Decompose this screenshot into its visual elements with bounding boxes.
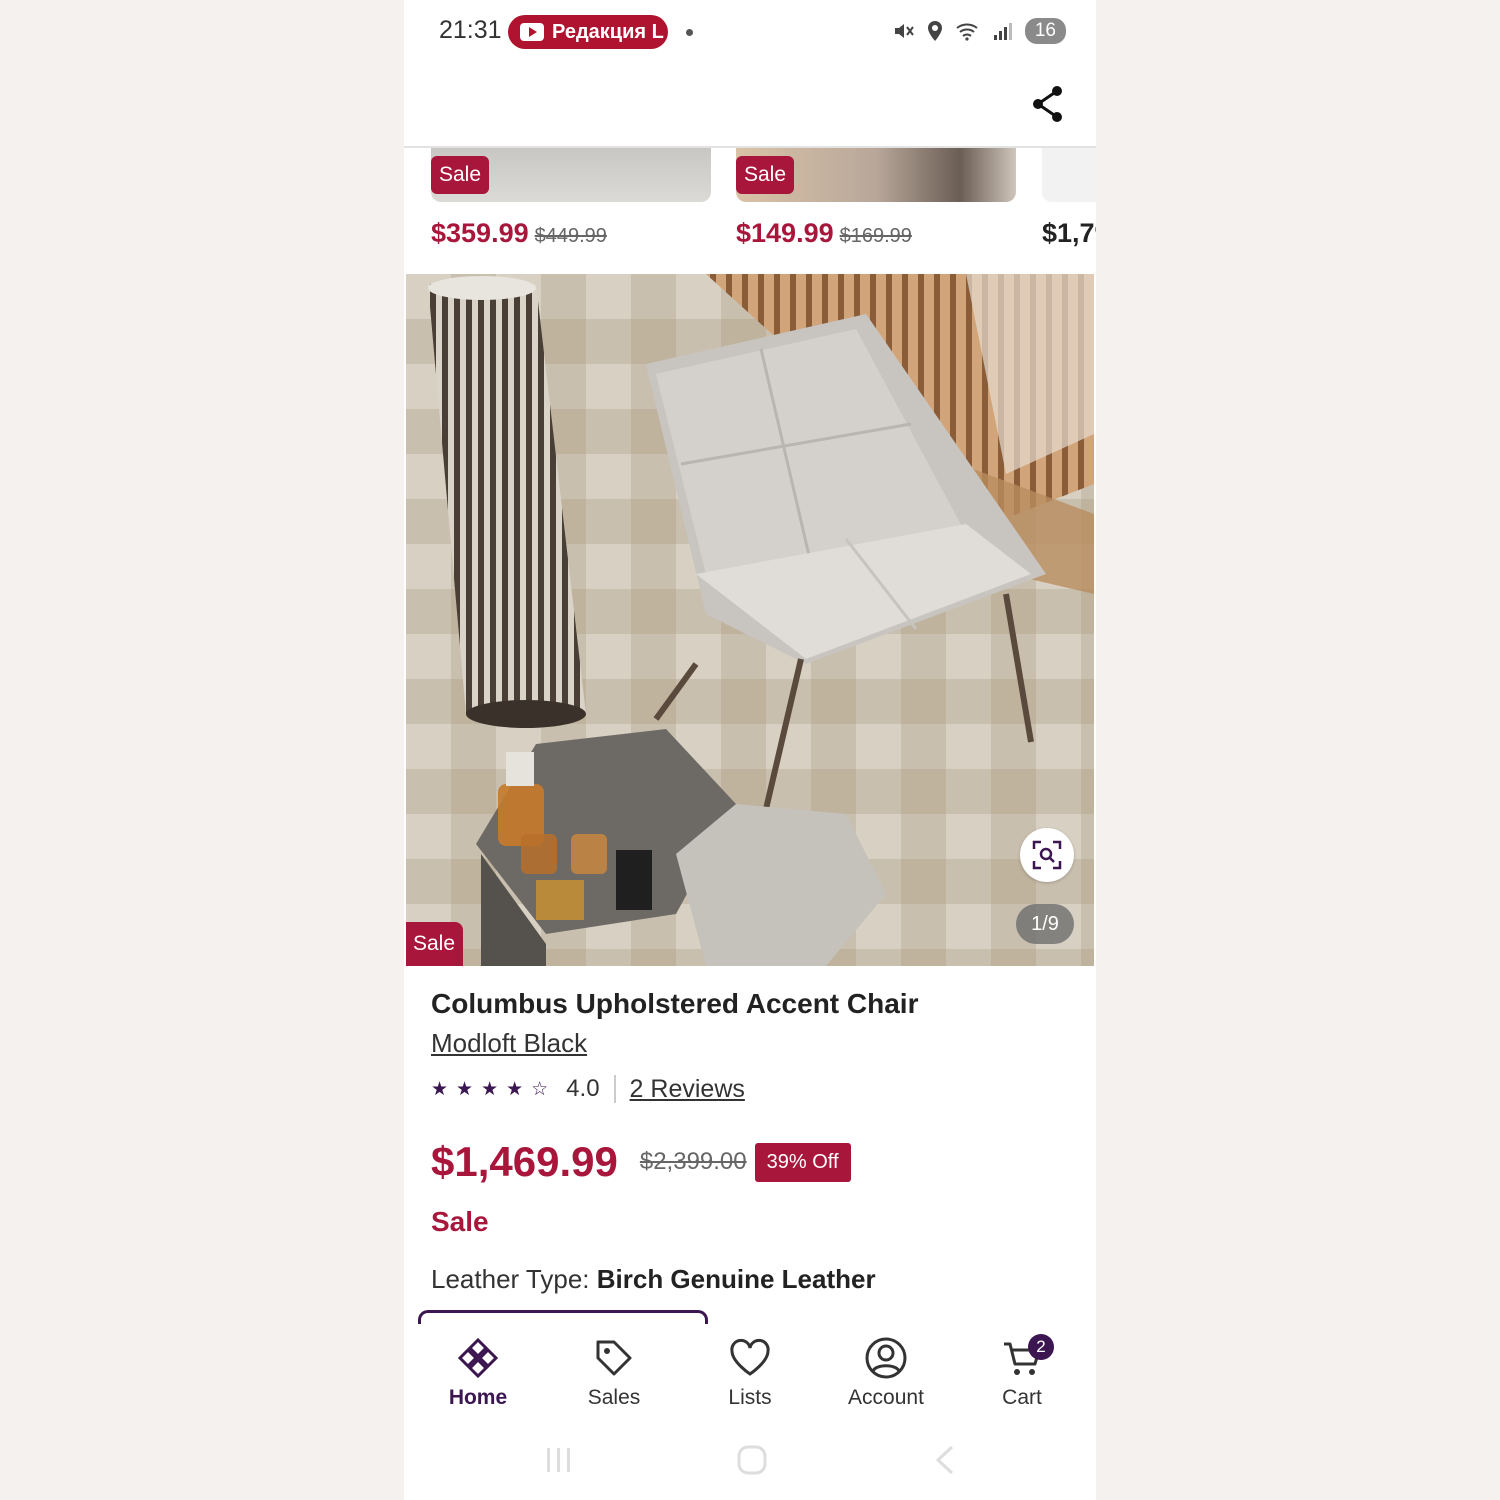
sale-label: Sale [431,1206,489,1237]
related-item-image [1042,148,1096,202]
zoom-button[interactable] [1020,828,1074,882]
signal-icon [993,23,1012,40]
nav-home-label: Home [448,1386,508,1409]
youtube-icon [520,23,544,41]
related-price-now: $359.99 [431,218,529,248]
price-row: $1,469.99 $2,399.00 39% Off [431,1138,851,1186]
cart-count-badge: 2 [1028,1334,1054,1360]
nav-home[interactable]: Home [418,1336,538,1410]
status-icons: 16 [893,18,1066,44]
system-nav-bar [404,1424,1096,1500]
product-title: Columbus Upholstered Accent Chair [431,988,919,1019]
rating-divider [613,1075,616,1103]
related-price-was: $449.99 [534,225,607,247]
status-bar: 21:31 Редакция L 16 [404,0,1096,66]
star-rating: ★★★★☆ [431,1078,557,1100]
mute-icon [894,24,914,38]
nav-lists-label: Lists [728,1386,772,1409]
image-counter: 1/9 [1016,904,1074,944]
nav-account-label: Account [848,1386,924,1409]
location-icon [927,21,942,41]
original-price: $2,399.00 [639,1148,747,1175]
nav-cart-label: Cart [1002,1386,1042,1409]
option-value: Birch Genuine Leather [596,1264,876,1294]
status-time: 21:31 [439,16,502,44]
battery-indicator: 16 [1024,18,1066,44]
wifi-icon [956,23,978,41]
notification-pill-text: Редакция L [552,20,664,43]
phone-screen: 21:31 Редакция L 16 Sale $359.99 $449.99… [404,0,1096,1500]
nav-sales-label: Sales [587,1386,641,1409]
nav-cart[interactable]: 2 Cart [962,1334,1082,1410]
home-icon [457,1337,499,1379]
current-price: $1,469.99 [431,1138,618,1185]
option-label: Leather Type: Birch Genuine Leather [431,1264,876,1295]
brand-link[interactable]: Modloft Black [431,1028,587,1059]
notification-dot [686,29,693,36]
nav-sales[interactable]: Sales [554,1336,674,1410]
related-items-carousel[interactable]: Sale $359.99 $449.99 Sale $149.99 $169.99 … [404,148,1096,274]
top-bar [404,66,1096,148]
notification-pill[interactable]: Редакция L [508,15,668,49]
related-item-price: $149.99 $169.99 [736,218,912,249]
discount-badge: 39% Off [754,1142,851,1182]
related-price-now: $1,79 [1042,218,1096,248]
home-button-icon[interactable] [736,1444,768,1476]
bottom-nav: Home Sales Lists Account 2 Cart [404,1324,1096,1424]
nav-lists[interactable]: Lists [690,1336,810,1410]
back-icon[interactable] [934,1444,958,1476]
rating-row: ★★★★☆ 4.0 2 Reviews [431,1072,745,1106]
image-search-icon [1032,840,1062,870]
product-photo [406,274,1094,966]
sale-badge: Sale [406,922,464,966]
related-item-price: $1,79 [1042,218,1096,249]
heart-icon [730,1338,770,1376]
nav-account[interactable]: Account [826,1336,946,1410]
sale-badge: Sale [431,156,490,194]
related-price-was: $169.99 [839,225,912,247]
related-item-price: $359.99 $449.99 [431,218,607,249]
product-image-gallery[interactable]: Sale 1/9 [406,274,1094,966]
share-icon[interactable] [1030,84,1066,124]
tag-icon [596,1340,632,1376]
rating-value: 4.0 [566,1075,600,1102]
related-price-now: $149.99 [736,218,834,248]
reviews-link[interactable]: 2 Reviews [630,1075,745,1104]
option-name: Leather Type: [431,1264,597,1294]
sale-badge: Sale [736,156,795,194]
recent-apps-icon[interactable] [544,1444,574,1476]
account-icon [865,1337,907,1379]
